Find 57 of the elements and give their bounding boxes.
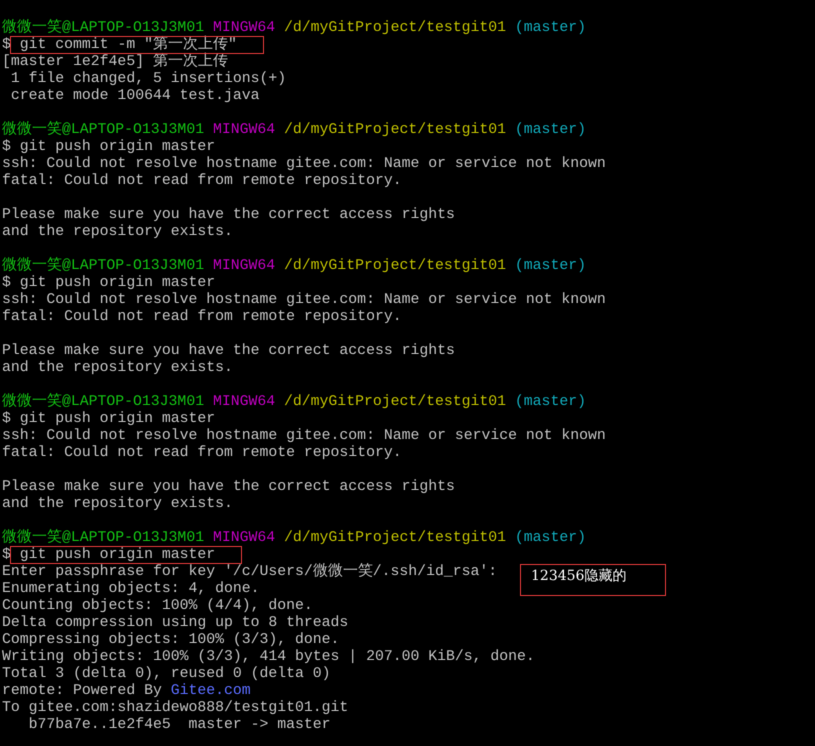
prompt-path: /d/myGitProject/testgit01 [284, 122, 506, 138]
prompt-branch: (master) [514, 394, 586, 410]
output-line: ssh: Could not resolve hostname gitee.com: Name or service not known [2, 156, 606, 172]
prompt-system: MINGW64 [212, 258, 276, 274]
command-text: git push origin master [18, 139, 216, 155]
prompt-symbol: $ [2, 139, 11, 155]
prompt-symbol: $ [2, 275, 11, 291]
output-line: [master 1e2f4e5] 第一次上传 [2, 54, 228, 70]
prompt-symbol: $ [2, 547, 11, 563]
output-line: and the repository exists. [2, 496, 233, 512]
output-line: and the repository exists. [2, 224, 233, 240]
output-line: Please make sure you have the correct access rights [2, 343, 455, 359]
prompt-user-host: 微微一笑@LAPTOP-O13J3M01 [2, 530, 204, 546]
prompt-system: MINGW64 [212, 530, 276, 546]
output-line: Delta compression using up to 8 threads [2, 615, 348, 631]
output-line: and the repository exists. [2, 360, 233, 376]
prompt-user-host: 微微一笑@LAPTOP-O13J3M01 [2, 394, 204, 410]
annotation-note: 123456隐藏的 [520, 564, 666, 596]
command-text: git push origin master [18, 411, 216, 427]
output-line: Enter passphrase for key '/c/Users/微微一笑/.ssh/id_rsa': [2, 564, 498, 580]
prompt-branch: (master) [514, 258, 586, 274]
output-line: fatal: Could not read from remote repository. [2, 445, 402, 461]
prompt-symbol: $ [2, 411, 11, 427]
prompt-system: MINGW64 [212, 394, 276, 410]
command-text: git push origin master [18, 275, 216, 291]
output-line: Total 3 (delta 0), reused 0 (delta 0) [2, 666, 331, 682]
prompt-branch: (master) [514, 530, 586, 546]
prompt-branch: (master) [514, 20, 586, 36]
prompt-system: MINGW64 [212, 122, 276, 138]
output-line: Please make sure you have the correct access rights [2, 207, 455, 223]
output-line: Enumerating objects: 4, done. [2, 581, 260, 597]
output-line: ssh: Could not resolve hostname gitee.com: Name or service not known [2, 292, 606, 308]
command-text: git push origin master [10, 547, 242, 563]
output-line: Please make sure you have the correct access rights [2, 479, 455, 495]
prompt-branch: (master) [514, 122, 586, 138]
output-line: remote: Powered By [2, 683, 162, 699]
output-line: create mode 100644 test.java [10, 88, 260, 104]
command-text: git commit -m "第一次上传" [10, 37, 263, 53]
output-line: Compressing objects: 100% (3/3), done. [2, 632, 340, 648]
prompt-symbol: $ [2, 37, 11, 53]
prompt-user-host: 微微一笑@LAPTOP-O13J3M01 [2, 122, 204, 138]
output-line: fatal: Could not read from remote repository. [2, 173, 402, 189]
prompt-path: /d/myGitProject/testgit01 [284, 20, 506, 36]
prompt-path: /d/myGitProject/testgit01 [284, 394, 506, 410]
prompt-path: /d/myGitProject/testgit01 [284, 258, 506, 274]
output-line: fatal: Could not read from remote repository. [2, 309, 402, 325]
output-line: Writing objects: 100% (3/3), 414 bytes | 207.00 KiB/s, done. [2, 649, 535, 665]
prompt-system: MINGW64 [212, 20, 276, 36]
link[interactable]: Gitee.com [170, 683, 251, 699]
output-line: b77ba7e..1e2f4e5 master -> master [28, 717, 331, 733]
output-line: ssh: Could not resolve hostname gitee.com: Name or service not known [2, 428, 606, 444]
prompt-user-host: 微微一笑@LAPTOP-O13J3M01 [2, 258, 204, 274]
output-line: Counting objects: 100% (4/4), done. [2, 598, 313, 614]
prompt-path: /d/myGitProject/testgit01 [284, 530, 506, 546]
output-line: 1 file changed, 5 insertions(+) [10, 71, 286, 87]
prompt-user-host: 微微一笑@LAPTOP-O13J3M01 [2, 20, 204, 36]
output-line: To gitee.com:shazidewo888/testgit01.git [2, 700, 348, 716]
